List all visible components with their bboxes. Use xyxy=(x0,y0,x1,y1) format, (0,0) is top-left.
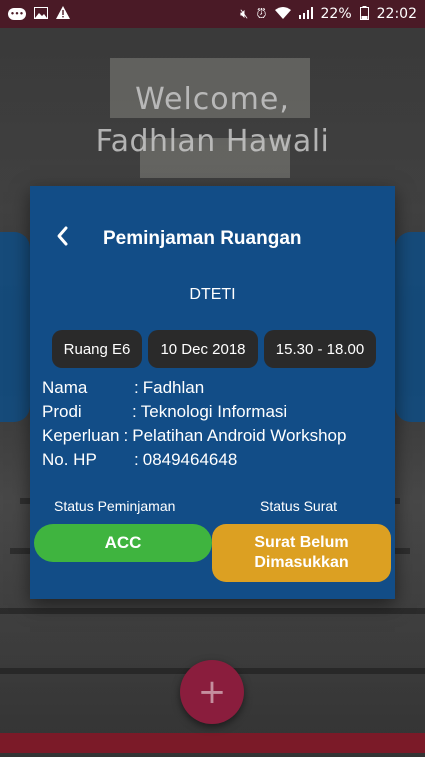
info-separator: : xyxy=(134,450,139,469)
warning-icon xyxy=(56,6,70,22)
signal-icon xyxy=(298,6,313,22)
department-label: DTETI xyxy=(189,286,236,303)
back-button[interactable] xyxy=(50,222,74,250)
info-label: Prodi xyxy=(42,402,82,421)
status-surat-label: Status Surat xyxy=(260,498,338,514)
mute-icon: 🔇︎ xyxy=(240,6,249,22)
info-label: Keperluan xyxy=(42,426,120,445)
bg-desk xyxy=(0,608,425,614)
bottom-bar xyxy=(0,733,425,753)
add-button[interactable]: + xyxy=(180,660,244,724)
info-value: Fadhlan xyxy=(142,378,205,397)
welcome-username: Fadhlan Hawali xyxy=(95,124,330,159)
welcome-greeting: Welcome, xyxy=(135,82,290,117)
info-value: Teknologi Informasi xyxy=(140,402,288,421)
info-label: Nama xyxy=(42,378,88,397)
info-row-nohp: No. HP : 0849464648 xyxy=(42,448,346,472)
info-label: No. HP xyxy=(42,450,97,469)
info-separator: : xyxy=(132,402,137,421)
dialog-title: Peminjaman Ruangan xyxy=(103,228,302,249)
status-peminjaman-label: Status Peminjaman xyxy=(54,498,176,514)
booking-info: Nama : Fadhlan Prodi : Teknologi Informa… xyxy=(42,376,346,472)
image-icon xyxy=(34,6,48,22)
status-right: 🔇︎ ⏰︎ 22% 22:02 xyxy=(240,5,417,23)
status-surat-button[interactable]: Surat Belum Dimasukkan xyxy=(212,524,391,582)
time-chip: 15.30 - 18.00 xyxy=(264,330,376,368)
battery-icon xyxy=(359,5,369,23)
status-bar: ••• 🔇︎ ⏰︎ 22% 22:02 xyxy=(0,0,425,28)
info-value: 0849464648 xyxy=(142,450,238,469)
room-chip: Ruang E6 xyxy=(52,330,142,368)
clock: 22:02 xyxy=(376,6,417,22)
booking-dialog: Peminjaman Ruangan DTETI Ruang E6 10 Dec… xyxy=(30,186,395,599)
info-row-keperluan: Keperluan : Pelatihan Android Workshop xyxy=(42,424,346,448)
info-row-prodi: Prodi : Teknologi Informasi xyxy=(42,400,346,424)
booking-chips: Ruang E6 10 Dec 2018 15.30 - 18.00 xyxy=(52,330,376,368)
alarm-icon: ⏰︎ xyxy=(256,6,267,22)
chevron-left-icon xyxy=(57,226,68,246)
status-left-icons: ••• xyxy=(8,6,70,22)
wifi-icon xyxy=(274,6,291,22)
background-card-left xyxy=(0,232,30,422)
date-chip: 10 Dec 2018 xyxy=(148,330,258,368)
battery-percent: 22% xyxy=(320,6,352,22)
dialog-header: Peminjaman Ruangan xyxy=(30,186,395,249)
info-row-nama: Nama : Fadhlan xyxy=(42,376,346,400)
messenger-icon: ••• xyxy=(8,8,26,20)
info-value: Pelatihan Android Workshop xyxy=(132,426,347,445)
info-separator: : xyxy=(134,378,139,397)
status-peminjaman-button[interactable]: ACC xyxy=(34,524,212,562)
background-card-right xyxy=(395,232,425,422)
info-separator: : xyxy=(123,426,129,445)
